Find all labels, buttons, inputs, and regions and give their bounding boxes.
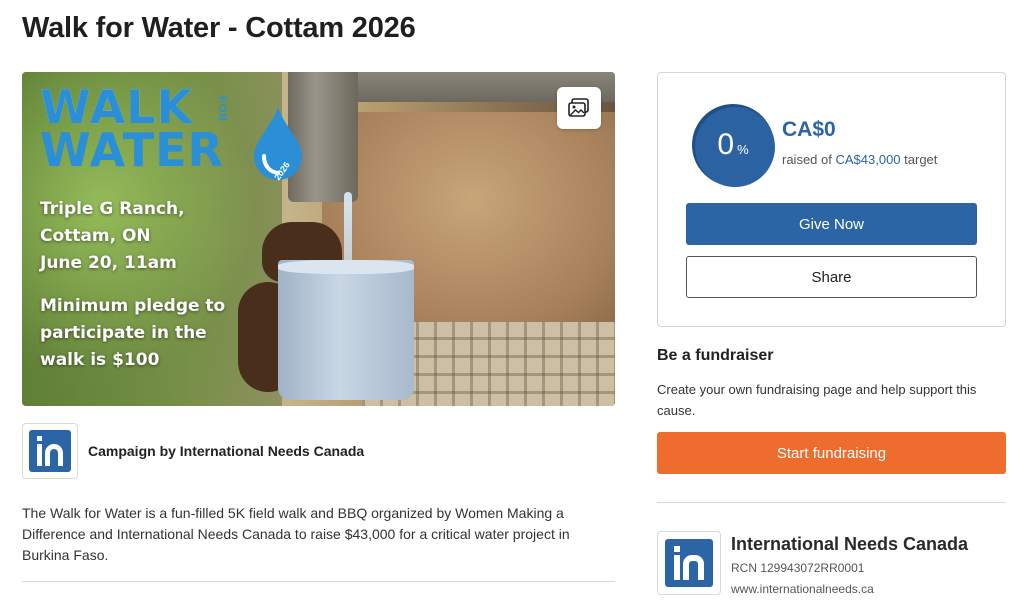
event-venue: Triple G Ranch, — [40, 199, 185, 219]
target-line: raised of CA$43,000 target — [782, 152, 938, 167]
logo-for-text: FOR — [216, 96, 228, 123]
start-fundraising-button[interactable]: Start fundraising — [657, 432, 1006, 474]
fundraiser-heading: Be a fundraiser — [657, 347, 774, 364]
target-amount: CA$43,000 — [835, 152, 901, 167]
walk-for-water-logo: WALK WATER FOR 2026 — [40, 80, 302, 182]
image-gallery-button[interactable] — [557, 87, 601, 129]
logo-water-text: WATER — [40, 123, 224, 177]
progress-percent: 0% — [717, 128, 749, 161]
logo-walk-text: WALK — [40, 80, 194, 134]
pledge-line-3: walk is $100 — [40, 350, 160, 370]
fundraiser-text: Create your own fundraising page and hel… — [657, 382, 977, 418]
image-gallery-icon — [568, 98, 589, 117]
raised-amount: CA$0 — [782, 118, 836, 141]
event-details: Triple G Ranch, Cottam, ON June 20, 11am — [40, 196, 282, 277]
organization-rcn: RCN 129943072RR0001 — [731, 561, 865, 575]
campaign-description: The Walk for Water is a fun-filled 5K fi… — [22, 505, 570, 563]
divider — [22, 581, 615, 582]
donation-card: 0% CA$0 raised of CA$43,000 target Give … — [657, 72, 1006, 327]
progress-circle: 0% — [692, 104, 775, 187]
event-date: June 20, 11am — [40, 253, 177, 273]
share-button[interactable]: Share — [686, 256, 977, 298]
campaign-hero-image: WALK WATER FOR 2026 Triple G Ranch, Cott… — [22, 72, 615, 406]
international-needs-logo-icon — [665, 539, 713, 587]
divider — [657, 502, 1006, 503]
campaign-org-logo[interactable] — [22, 423, 78, 479]
pledge-line-1: Minimum pledge to — [40, 296, 226, 316]
organization-website-link[interactable]: www.internationalneeds.ca — [731, 582, 874, 596]
event-city: Cottam, ON — [40, 226, 151, 246]
organization-name[interactable]: International Needs Canada — [731, 534, 968, 555]
page-title: Walk for Water - Cottam 2026 — [22, 12, 416, 44]
hero-cup — [278, 260, 414, 400]
organization-logo[interactable] — [657, 531, 721, 595]
give-now-button[interactable]: Give Now — [686, 203, 977, 245]
hero-text-overlay: WALK WATER FOR 2026 Triple G Ranch, Cott… — [22, 72, 302, 406]
campaign-by-label[interactable]: Campaign by International Needs Canada — [88, 443, 364, 459]
pledge-line-2: participate in the — [40, 323, 207, 343]
pledge-info: Minimum pledge to participate in the wal… — [40, 293, 282, 374]
international-needs-logo-icon — [29, 430, 71, 472]
